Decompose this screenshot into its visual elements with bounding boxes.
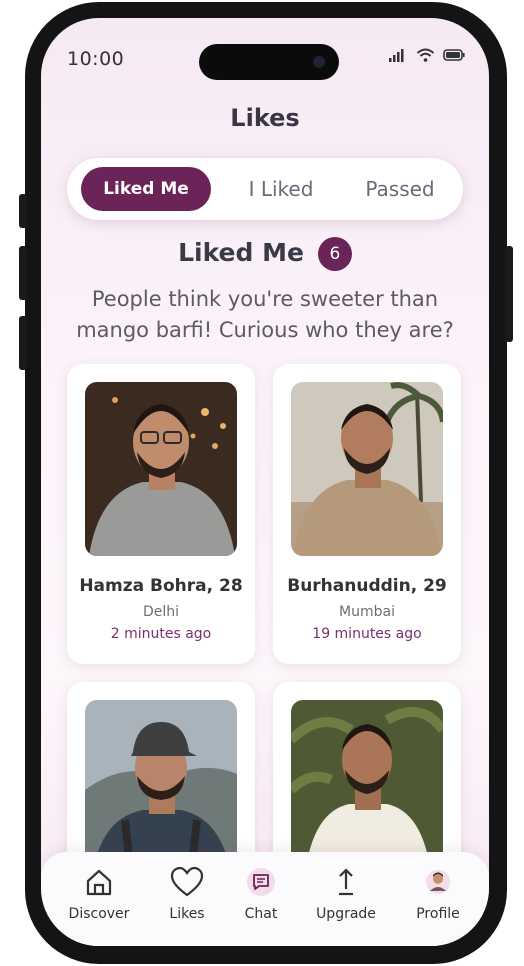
power-button xyxy=(505,246,513,342)
likes-tab-bar: Liked Me I Liked Passed xyxy=(67,158,463,220)
profile-city: Delhi xyxy=(142,604,180,620)
status-time: 10:00 xyxy=(67,48,125,70)
profile-time-ago: 2 minutes ago xyxy=(110,626,212,642)
section-subtitle: People think you're sweeter than mango b… xyxy=(76,287,454,342)
volume-up-button xyxy=(19,246,27,300)
wifi-icon xyxy=(416,48,435,62)
home-icon xyxy=(86,869,112,896)
section-heading: Liked Me 6 xyxy=(41,236,489,274)
battery-icon xyxy=(443,49,465,61)
chat-icon xyxy=(247,868,275,896)
app-screen: 10:00 Likes Liked Me I Liked Passed Like… xyxy=(41,18,489,946)
nav-upgrade[interactable]: Upgrade xyxy=(306,866,386,922)
nav-discover[interactable]: Discover xyxy=(59,866,139,922)
upgrade-arrow-icon xyxy=(339,868,353,896)
profile-name: Burhanuddin, 29 xyxy=(287,576,447,596)
profile-photo xyxy=(291,382,443,556)
nav-upgrade-label: Upgrade xyxy=(316,906,376,922)
dynamic-island xyxy=(199,44,339,80)
heart-icon xyxy=(170,866,204,897)
tab-passed[interactable]: Passed xyxy=(345,167,455,211)
signal-icon xyxy=(389,49,404,62)
profile-name: Hamza Bohra, 28 xyxy=(79,576,243,596)
nav-likes[interactable]: Likes xyxy=(147,866,227,922)
section-title: Liked Me xyxy=(178,238,304,267)
nav-chat[interactable]: Chat xyxy=(221,866,301,922)
profile-card[interactable]: Hamza Bohra, 28 Delhi 2 minutes ago xyxy=(67,364,255,664)
profile-photo xyxy=(85,700,237,874)
nav-chat-label: Chat xyxy=(244,906,278,922)
profile-photo xyxy=(85,382,237,556)
profile-avatar-icon xyxy=(426,870,450,894)
camera-icon xyxy=(313,56,325,68)
nav-likes-label: Likes xyxy=(169,906,205,922)
status-icons xyxy=(388,48,465,62)
likes-count-badge: 6 xyxy=(317,236,352,271)
profile-city: Mumbai xyxy=(339,604,395,620)
status-bar: 10:00 xyxy=(41,18,489,88)
tab-i-liked[interactable]: I Liked xyxy=(221,167,341,211)
profile-time-ago: 19 minutes ago xyxy=(312,626,422,642)
nav-profile[interactable]: Profile xyxy=(398,866,478,922)
action-button xyxy=(19,194,27,228)
tab-liked-me[interactable]: Liked Me xyxy=(81,167,211,211)
profile-photo xyxy=(291,700,443,874)
nav-profile-label: Profile xyxy=(416,906,460,922)
profile-card[interactable]: Burhanuddin, 29 Mumbai 19 minutes ago xyxy=(273,364,461,664)
bottom-nav: Discover Likes Chat Upgrade Profile xyxy=(41,852,489,946)
volume-down-button xyxy=(19,316,27,370)
page-title: Likes xyxy=(230,104,300,132)
nav-discover-label: Discover xyxy=(68,906,130,922)
